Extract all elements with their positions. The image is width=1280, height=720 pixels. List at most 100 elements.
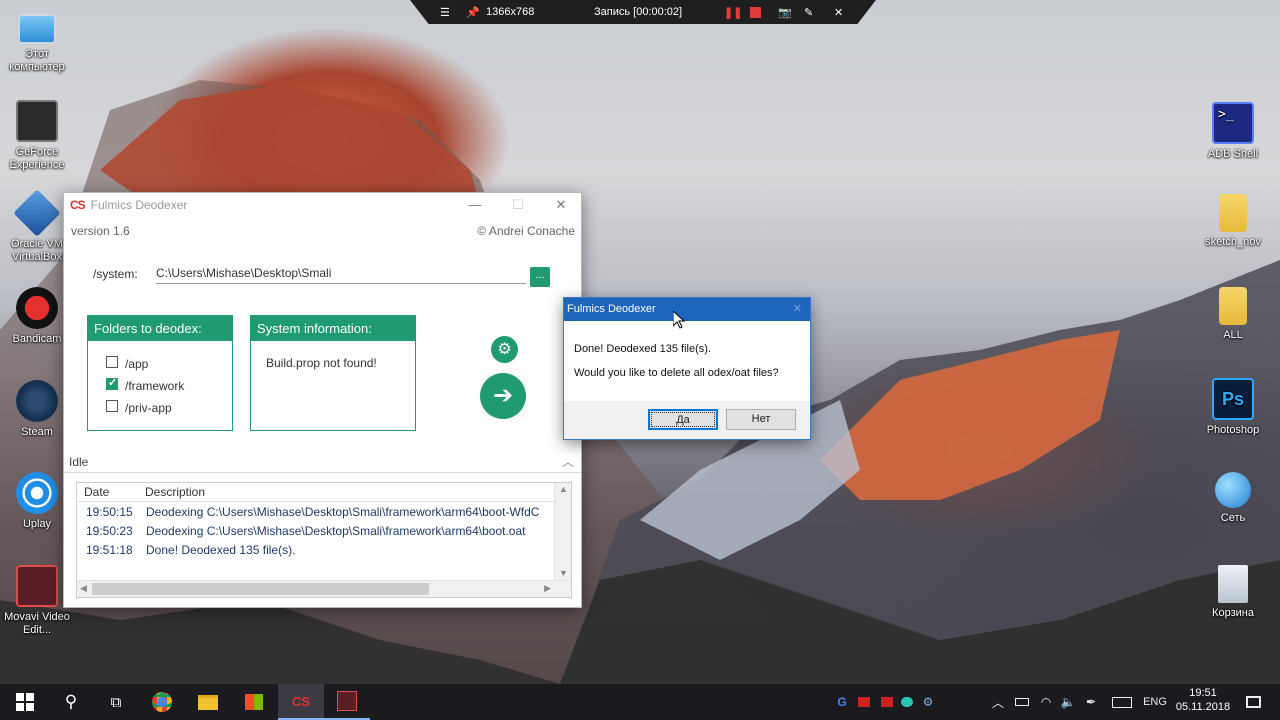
- menu-icon[interactable]: ☰: [440, 4, 450, 20]
- pencil-icon[interactable]: ✎: [804, 4, 813, 20]
- deodex-start-button[interactable]: ➔: [480, 373, 526, 419]
- settings-button[interactable]: ⚙: [491, 336, 518, 363]
- yes-button[interactable]: Да: [648, 409, 718, 430]
- taskbar-deodexer[interactable]: CS: [278, 684, 324, 720]
- folders-header: Folders to deodex:: [88, 316, 232, 341]
- movavi-taskbar-icon: [337, 691, 357, 711]
- vertical-scrollbar[interactable]: ▲ ▼: [554, 483, 571, 580]
- desktop-icon-label: ADB Shell: [1207, 148, 1259, 160]
- scroll-down-icon[interactable]: ▼: [559, 568, 568, 578]
- start-button[interactable]: [2, 684, 48, 720]
- pause-icon[interactable]: ❚❚: [724, 4, 742, 20]
- windows-icon: [16, 693, 34, 711]
- log-text: Deodexing C:\Users\Mishase\Desktop\Smali…: [146, 505, 540, 519]
- desktop-icon-photoshop[interactable]: Ps Photoshop: [1196, 378, 1270, 437]
- desktop-icon-all[interactable]: ALL: [1196, 287, 1270, 342]
- scroll-right-icon[interactable]: ▶: [544, 583, 551, 594]
- clock-date: 05.11.2018: [1175, 701, 1231, 713]
- checkbox-priv-app[interactable]: [106, 400, 118, 412]
- deodexer-window: CS Fulmics Deodexer — ☐ ✕ version 1.6 © …: [63, 192, 582, 608]
- computer-icon: [18, 14, 56, 44]
- dialog-body: Done! Deodexed 135 file(s). Would you li…: [564, 321, 810, 401]
- store-icon: [245, 694, 263, 710]
- no-button[interactable]: Нет: [726, 409, 796, 430]
- pin-icon[interactable]: 📌: [466, 4, 480, 20]
- wifi-icon[interactable]: ◠: [1037, 694, 1055, 710]
- taskbar-chrome[interactable]: [139, 684, 185, 720]
- log-header-date[interactable]: Date: [84, 483, 109, 502]
- steam-tray-icon[interactable]: ⚙: [920, 694, 936, 710]
- horizontal-scroll-thumb[interactable]: [92, 583, 429, 595]
- dialog-title: Fulmics Deodexer: [567, 303, 656, 315]
- search-icon: ⚲: [64, 692, 78, 711]
- checkbox-app[interactable]: [106, 356, 118, 368]
- minimize-button[interactable]: —: [453, 193, 497, 217]
- taskbar-explorer[interactable]: [185, 684, 231, 720]
- recorder-tray-icon[interactable]: [857, 694, 871, 710]
- scroll-up-icon[interactable]: ▲: [559, 484, 568, 494]
- desktop-icon-network[interactable]: Сеть: [1196, 472, 1270, 525]
- arrow-right-icon: ➔: [492, 382, 514, 409]
- show-hidden-icons-icon[interactable]: ︿: [990, 694, 1006, 710]
- movavi-icon: [16, 565, 58, 607]
- log-header-description[interactable]: Description: [145, 483, 205, 502]
- desktop-icon-this-pc[interactable]: Этот компьютер: [0, 10, 74, 74]
- dialog-message-1: Done! Deodexed 135 file(s).: [574, 343, 711, 355]
- log-date: 19:50:23: [86, 524, 133, 538]
- desktop-icon-geforce[interactable]: GeForce Experience: [0, 100, 74, 172]
- pen-icon[interactable]: ✒: [1082, 694, 1100, 710]
- maximize-button[interactable]: ☐: [496, 193, 540, 217]
- folder-icon: [1219, 194, 1247, 232]
- desktop-icon-adb-shell[interactable]: >_ ADB Shell: [1196, 102, 1270, 161]
- camera-icon[interactable]: 📷: [778, 4, 792, 20]
- google-tray-icon[interactable]: G: [835, 694, 849, 710]
- checkbox-framework[interactable]: [106, 376, 118, 390]
- log-text: Done! Deodexed 135 file(s).: [146, 543, 296, 557]
- folders-pane: Folders to deodex: /app /framework /priv…: [87, 315, 233, 431]
- keyboard-icon[interactable]: [1110, 694, 1134, 710]
- desktop-icon-label: ALL: [1223, 329, 1243, 341]
- battery-icon[interactable]: [1013, 694, 1031, 710]
- stop-icon[interactable]: [750, 4, 761, 20]
- checkbox-label-priv-app: /priv-app: [125, 401, 172, 415]
- dialog-titlebar[interactable]: Fulmics Deodexer ✕: [564, 298, 810, 321]
- browse-button[interactable]: ...: [530, 267, 550, 287]
- desktop-icon-recycle-bin[interactable]: Корзина: [1196, 565, 1270, 620]
- log-date: 19:51:18: [86, 543, 133, 557]
- search-button[interactable]: ⚲: [48, 684, 94, 720]
- language-indicator[interactable]: ENG: [1140, 694, 1170, 710]
- taskbar-store[interactable]: [231, 684, 277, 720]
- task-view-button[interactable]: ⧉: [93, 684, 139, 720]
- clock[interactable]: 19:51 05.11.2018: [1172, 686, 1234, 714]
- desktop-icon-label: Movavi Video Edit...: [4, 611, 70, 636]
- desktop-icon-sketch-nov[interactable]: sketch_nov: [1196, 194, 1270, 249]
- virtualbox-icon: [13, 189, 61, 237]
- dialog-close-icon[interactable]: ✕: [793, 298, 802, 321]
- geforce-icon: [16, 100, 58, 142]
- checkbox-label-framework: /framework: [125, 379, 185, 393]
- desktop-icon-label: Корзина: [1212, 607, 1254, 619]
- sysinfo-text: Build.prop not found!: [266, 356, 377, 370]
- taskbar: ⚲ ⧉ CS G ⚙ ︿ ◠ 🔈 ✒ ENG 19:51 05.11.2018: [0, 684, 1280, 720]
- status-bar: Idle ︿: [64, 451, 581, 473]
- task-view-icon: ⧉: [110, 693, 122, 711]
- system-path-input[interactable]: C:\Users\Mishase\Desktop\Smali: [156, 263, 526, 284]
- desktop-icon-label: GeForce Experience: [9, 146, 65, 171]
- chevron-up-icon[interactable]: ︿: [562, 453, 574, 470]
- photoshop-icon: Ps: [1212, 378, 1254, 420]
- bandicam-tray-icon[interactable]: [880, 694, 894, 710]
- desktop-icon-label: Uplay: [22, 518, 52, 530]
- close-button[interactable]: ✕: [539, 193, 583, 217]
- app-logo-icon: CS: [70, 198, 86, 212]
- mouse-cursor-icon: [673, 311, 685, 329]
- cloud-tray-icon[interactable]: [900, 694, 914, 710]
- horizontal-scrollbar[interactable]: ◀ ▶: [77, 580, 571, 597]
- checkbox-label-app: /app: [125, 357, 149, 371]
- scroll-left-icon[interactable]: ◀: [80, 583, 87, 594]
- gear-icon: ⚙: [497, 341, 512, 358]
- close-icon[interactable]: ✕: [834, 4, 843, 20]
- notifications-icon[interactable]: [1243, 694, 1263, 710]
- taskbar-movavi[interactable]: [324, 684, 370, 720]
- sysinfo-pane: System information: Build.prop not found…: [250, 315, 416, 431]
- volume-icon[interactable]: 🔈: [1059, 694, 1077, 710]
